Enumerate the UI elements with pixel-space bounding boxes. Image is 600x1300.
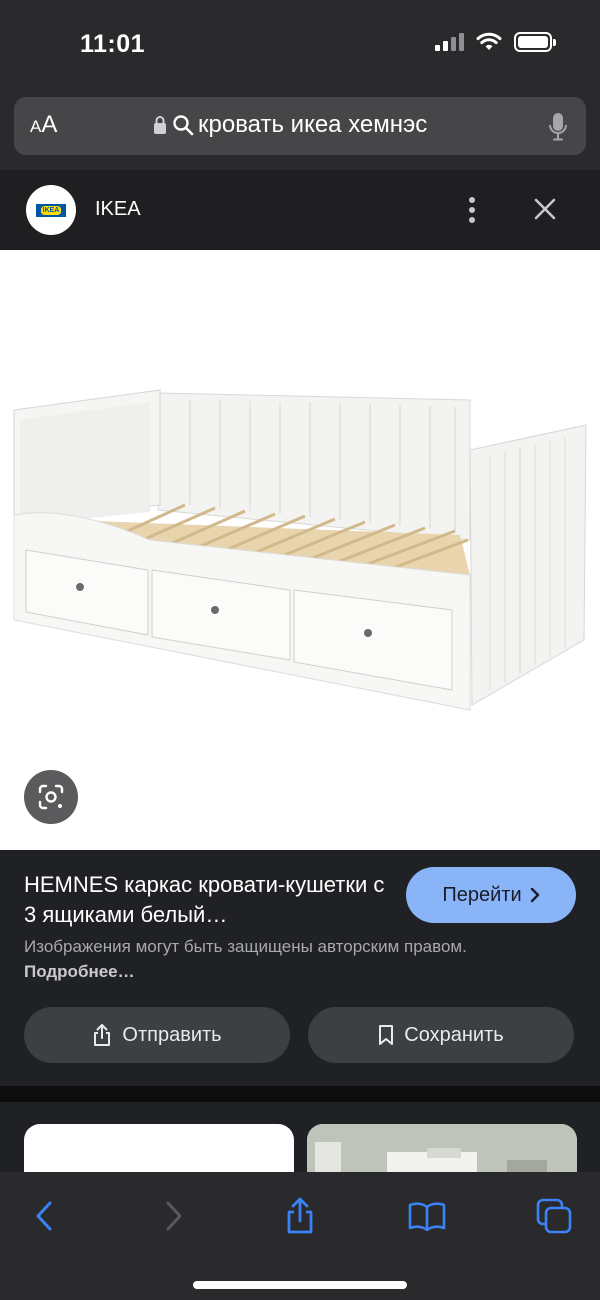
learn-more-link[interactable]: Подробнее… (24, 962, 135, 981)
battery-icon (514, 32, 556, 52)
site-header: IKEA IKEA (0, 170, 600, 250)
share-icon (287, 1197, 313, 1234)
microphone-icon[interactable] (548, 112, 568, 142)
reader-aa-button[interactable]: AA (30, 111, 57, 139)
share-toolbar-button[interactable] (276, 1194, 324, 1238)
save-button[interactable]: Сохранить (308, 1007, 574, 1063)
bookmark-icon (379, 1025, 394, 1045)
forward-button[interactable] (150, 1194, 198, 1238)
status-icons (435, 32, 556, 52)
tabs-icon (536, 1198, 572, 1234)
section-divider (0, 1086, 600, 1102)
status-time: 11:01 (80, 30, 146, 58)
url-field[interactable]: кровать икеа хемнэс (152, 111, 427, 139)
back-button[interactable] (20, 1194, 68, 1238)
book-icon (408, 1202, 446, 1231)
product-image-area[interactable] (0, 250, 600, 850)
chevron-right-icon (166, 1201, 182, 1231)
visit-button[interactable]: Перейти (406, 867, 576, 923)
bookmarks-button[interactable] (403, 1194, 451, 1238)
share-button[interactable]: Отправить (24, 1007, 290, 1063)
more-options-icon[interactable] (466, 196, 478, 224)
address-bar-container: AA кровать икеа хемнэс (0, 92, 600, 170)
close-icon[interactable] (534, 198, 556, 220)
chevron-right-icon (530, 887, 539, 903)
browser-toolbar (0, 1172, 600, 1300)
save-label: Сохранить (404, 1023, 504, 1046)
status-bar: 11:01 (0, 0, 600, 92)
result-info-panel: HEMNES каркас кровати-кушетки с 3 ящикам… (0, 850, 600, 1086)
share-label: Отправить (122, 1023, 222, 1046)
chevron-left-icon (36, 1201, 52, 1231)
search-icon (173, 115, 194, 136)
daybed-image (13, 389, 587, 711)
share-icon (94, 1024, 111, 1046)
wifi-icon (476, 32, 502, 50)
visit-label: Перейти (442, 883, 522, 906)
lock-icon (154, 116, 166, 134)
copyright-notice: Изображения могут быть защищены авторски… (24, 937, 467, 981)
google-lens-button[interactable] (24, 770, 78, 824)
site-name[interactable]: IKEA (95, 198, 141, 221)
home-indicator (193, 1281, 407, 1289)
product-title[interactable]: HEMNES каркас кровати-кушетки с 3 ящикам… (24, 870, 394, 930)
lens-icon (38, 784, 64, 810)
url-text: кровать икеа хемнэс (198, 111, 428, 138)
address-bar[interactable]: AA кровать икеа хемнэс (14, 97, 586, 155)
ikea-logo[interactable]: IKEA (26, 185, 76, 235)
cellular-signal-icon (435, 33, 464, 51)
tabs-button[interactable] (530, 1194, 578, 1238)
related-results (0, 1102, 600, 1184)
